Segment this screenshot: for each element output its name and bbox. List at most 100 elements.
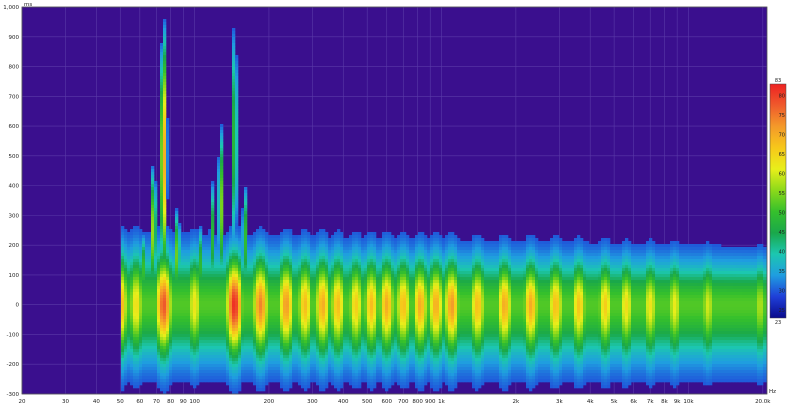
heatmap-cell (157, 277, 160, 280)
heatmap-cell (160, 115, 163, 118)
heatmap-cell (214, 319, 217, 322)
heatmap-cell (274, 250, 277, 253)
heatmap-cell (235, 220, 238, 223)
heatmap-cell (256, 343, 259, 346)
heatmap-cell (337, 292, 340, 295)
heatmap-cell (343, 262, 346, 265)
heatmap-cell (178, 310, 181, 313)
heatmap-cell (310, 268, 313, 271)
heatmap-cell (136, 382, 139, 385)
heatmap-cell (256, 355, 259, 358)
heatmap-cell (229, 283, 232, 286)
heatmap-cell (226, 253, 229, 256)
heatmap-cell (148, 310, 151, 313)
heatmap-cell (328, 265, 331, 268)
heatmap-cell (310, 250, 313, 253)
heatmap-cell (232, 202, 235, 205)
heatmap-cell (304, 316, 307, 319)
heatmap-cell (217, 166, 220, 169)
heatmap-cell (196, 343, 199, 346)
heatmap-cell (196, 259, 199, 262)
heatmap-cell (172, 274, 175, 277)
heatmap-cell (355, 319, 358, 322)
heatmap-cell (127, 295, 130, 298)
heatmap-cell (259, 373, 262, 376)
heatmap-cell (235, 160, 238, 163)
heatmap-cell (379, 367, 382, 370)
heatmap-cell (223, 340, 226, 343)
heatmap-cell (166, 310, 169, 313)
heatmap-cell (205, 277, 208, 280)
heatmap-cell (292, 331, 295, 334)
heatmap-cell (127, 289, 130, 292)
heatmap-cell (253, 247, 256, 250)
heatmap-cell (196, 382, 199, 385)
heatmap-cell (232, 385, 235, 388)
heatmap-cell (127, 235, 130, 238)
heatmap-cell (265, 319, 268, 322)
heatmap-cell (226, 322, 229, 325)
heatmap-cell (361, 331, 364, 334)
heatmap-cell (190, 256, 193, 259)
heatmap-cell (160, 367, 163, 370)
heatmap-cell (319, 244, 322, 247)
heatmap-cell (169, 310, 172, 313)
heatmap-cell (214, 361, 217, 364)
heatmap-cell (130, 229, 133, 232)
heatmap-cell (358, 337, 361, 340)
heatmap-cell (259, 250, 262, 253)
heatmap-cell (253, 337, 256, 340)
heatmap-cell (247, 358, 250, 361)
heatmap-cell (295, 250, 298, 253)
heatmap-cell (322, 373, 325, 376)
heatmap-cell (259, 262, 262, 265)
heatmap-cell (256, 385, 259, 388)
heatmap-cell (361, 337, 364, 340)
heatmap-cell (367, 265, 370, 268)
heatmap-cell (160, 310, 163, 313)
heatmap-cell (280, 271, 283, 274)
heatmap-cell (352, 307, 355, 310)
heatmap-cell (382, 328, 385, 331)
heatmap-cell (322, 256, 325, 259)
heatmap-cell (169, 313, 172, 316)
heatmap-cell (229, 253, 232, 256)
heatmap-cell (352, 259, 355, 262)
heatmap-cell (217, 346, 220, 349)
heatmap-cell (220, 130, 223, 133)
heatmap-cell (295, 346, 298, 349)
heatmap-cell (265, 289, 268, 292)
heatmap-cell (337, 349, 340, 352)
heatmap-cell (154, 352, 157, 355)
heatmap-cell (229, 235, 232, 238)
heatmap-cell (187, 337, 190, 340)
heatmap-cell (268, 286, 271, 289)
heatmap-cell (379, 319, 382, 322)
heatmap-cell (238, 271, 241, 274)
heatmap-cell (325, 331, 328, 334)
heatmap-cell (124, 262, 127, 265)
heatmap-cell (346, 280, 349, 283)
heatmap-cell (217, 217, 220, 220)
heatmap-cell (232, 37, 235, 40)
heatmap-cell (361, 286, 364, 289)
heatmap-cell (346, 313, 349, 316)
heatmap-cell (160, 208, 163, 211)
heatmap-cell (244, 355, 247, 358)
heatmap-cell (220, 352, 223, 355)
heatmap-cell (319, 277, 322, 280)
heatmap-cell (193, 259, 196, 262)
heatmap-cell (373, 298, 376, 301)
heatmap-cell (370, 346, 373, 349)
heatmap-cell (340, 358, 343, 361)
heatmap-cell (211, 361, 214, 364)
heatmap-cell (244, 187, 247, 190)
heatmap-cell (367, 256, 370, 259)
heatmap-cell (220, 181, 223, 184)
heatmap-cell (151, 166, 154, 169)
heatmap-cell (196, 244, 199, 247)
heatmap-cell (301, 232, 304, 235)
heatmap-cell (322, 307, 325, 310)
heatmap-cell (277, 376, 280, 379)
heatmap-cell (214, 370, 217, 373)
